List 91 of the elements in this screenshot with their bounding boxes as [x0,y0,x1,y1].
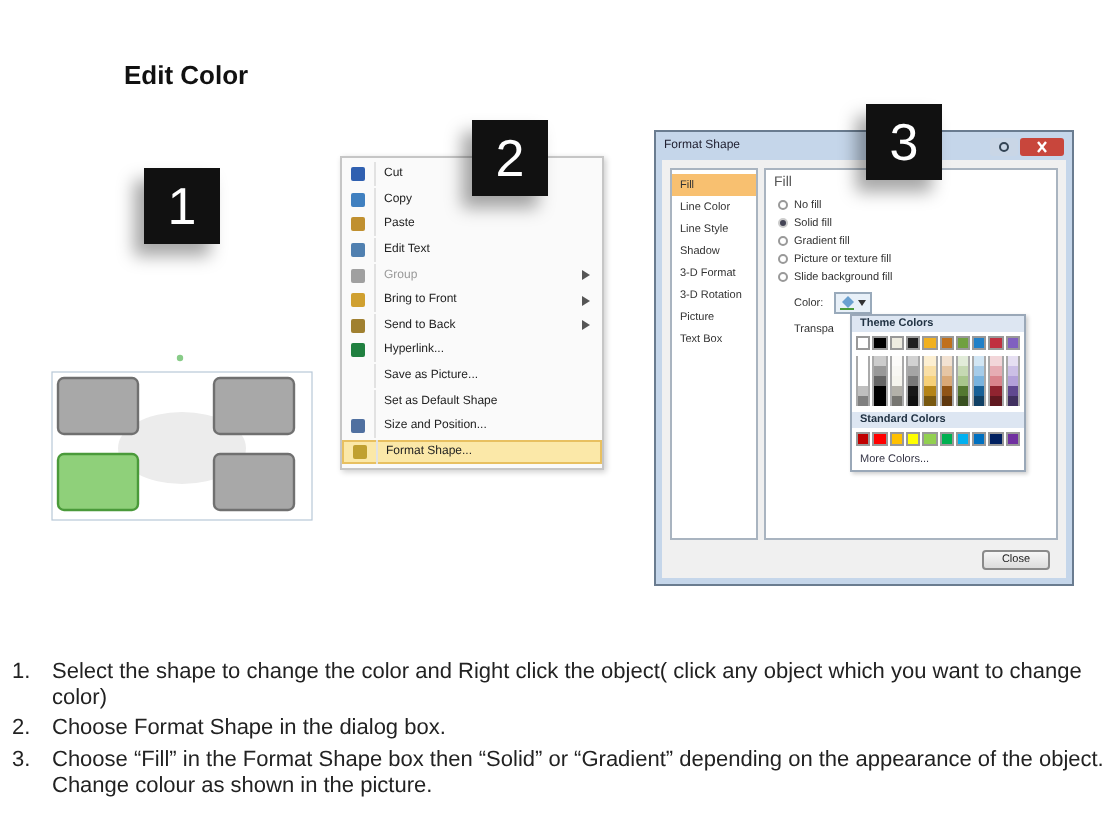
shade-swatch[interactable] [872,356,888,366]
shade-swatch[interactable] [988,386,1004,396]
shade-swatch[interactable] [889,376,904,386]
shade-swatch[interactable] [939,376,954,386]
step-number: 2. [12,716,33,744]
shade-swatch[interactable] [889,396,904,406]
shade-swatch[interactable] [905,386,921,396]
color-swatch[interactable] [972,432,987,446]
paint-bucket-icon [839,296,854,310]
shade-swatch[interactable] [939,396,954,406]
shade-swatch[interactable] [922,356,937,366]
color-dropdown[interactable] [833,292,872,314]
color-swatch[interactable] [922,432,937,446]
shade-swatch[interactable] [955,396,971,406]
caret-icon [857,300,866,306]
step-badge: 2 [472,120,548,196]
step-badge: 3 [866,104,942,180]
shade-swatch[interactable] [1005,366,1020,376]
shade-swatch[interactable] [972,356,987,366]
shade-swatch[interactable] [905,396,921,406]
color-swatch[interactable] [1005,336,1020,350]
radio-button[interactable] [778,218,788,228]
color-swatch[interactable] [872,336,888,350]
shade-swatch[interactable] [988,396,1004,406]
radio-button[interactable] [778,254,788,264]
shade-swatch[interactable] [1005,396,1020,406]
shade-swatch[interactable] [988,376,1004,386]
radio-button[interactable] [778,272,788,282]
shade-swatch[interactable] [955,366,971,376]
radio-button[interactable] [778,236,788,246]
shade-swatch[interactable] [872,366,888,376]
color-swatch[interactable] [905,336,921,350]
shade-swatch[interactable] [889,356,904,366]
shade-swatch[interactable] [856,356,871,366]
color-swatch[interactable] [856,432,871,446]
shade-swatch[interactable] [1005,376,1020,386]
color-swatch[interactable] [922,336,937,350]
slide-title: Edit Color [124,60,249,90]
step-text: Select the shape to change the color and Right click the object( click any object which you want to change color) [52,660,1084,713]
step-text: Choose Format Shape in the dialog box. [52,716,448,744]
color-swatch[interactable] [889,336,904,350]
shade-swatch[interactable] [972,366,987,376]
color-swatch[interactable] [939,336,954,350]
color-swatch[interactable] [872,432,888,446]
shade-swatch[interactable] [922,376,937,386]
radio-button[interactable] [778,200,788,210]
shade-swatch[interactable] [988,366,1004,376]
shade-swatch[interactable] [988,356,1004,366]
shade-swatch[interactable] [939,366,954,376]
shade-swatch[interactable] [922,396,937,406]
shade-swatch[interactable] [1005,386,1020,396]
shade-swatch[interactable] [922,386,937,396]
color-swatch[interactable] [889,432,904,446]
step-badge: 1 [144,168,220,244]
shade-swatch[interactable] [872,386,888,396]
shade-swatch[interactable] [872,376,888,386]
shade-swatch[interactable] [972,386,987,396]
shade-swatch[interactable] [856,376,871,386]
close-icon[interactable] [1020,137,1064,155]
shade-swatch[interactable] [872,396,888,406]
color-swatch[interactable] [988,336,1004,350]
shade-swatch[interactable] [889,366,904,376]
shade-swatch[interactable] [939,386,954,396]
color-swatch[interactable] [939,432,954,446]
color-swatch[interactable] [988,432,1004,446]
submenu-arrow-icon [582,320,590,331]
step-number: 1. [12,660,33,688]
shade-swatch[interactable] [955,376,971,386]
color-swatch[interactable] [972,336,987,350]
shade-swatch[interactable] [889,386,904,396]
color-swatch[interactable] [1005,432,1020,446]
color-swatch[interactable] [955,432,971,446]
shade-swatch[interactable] [905,356,921,366]
shade-swatch[interactable] [1005,356,1020,366]
shade-swatch[interactable] [955,386,971,396]
shade-swatch[interactable] [905,366,921,376]
shade-swatch[interactable] [939,356,954,366]
shade-swatch[interactable] [922,366,937,376]
color-swatch[interactable] [905,432,921,446]
submenu-arrow-icon [582,295,590,306]
shade-swatch[interactable] [856,386,871,396]
shade-swatch[interactable] [856,396,871,406]
color-swatch[interactable] [955,336,971,350]
step-text: Choose “Fill” in the Format Shape box then “Solid” or “Gradient” depending on the appearance of the object. Change colour as shown in the picture. [52,747,1106,800]
shade-swatch[interactable] [955,356,971,366]
shade-swatch[interactable] [972,396,987,406]
shade-swatch[interactable] [905,376,921,386]
step-number: 3. [12,747,33,776]
color-swatch[interactable] [856,336,871,350]
submenu-arrow-icon [582,270,590,281]
shade-swatch[interactable] [972,376,987,386]
